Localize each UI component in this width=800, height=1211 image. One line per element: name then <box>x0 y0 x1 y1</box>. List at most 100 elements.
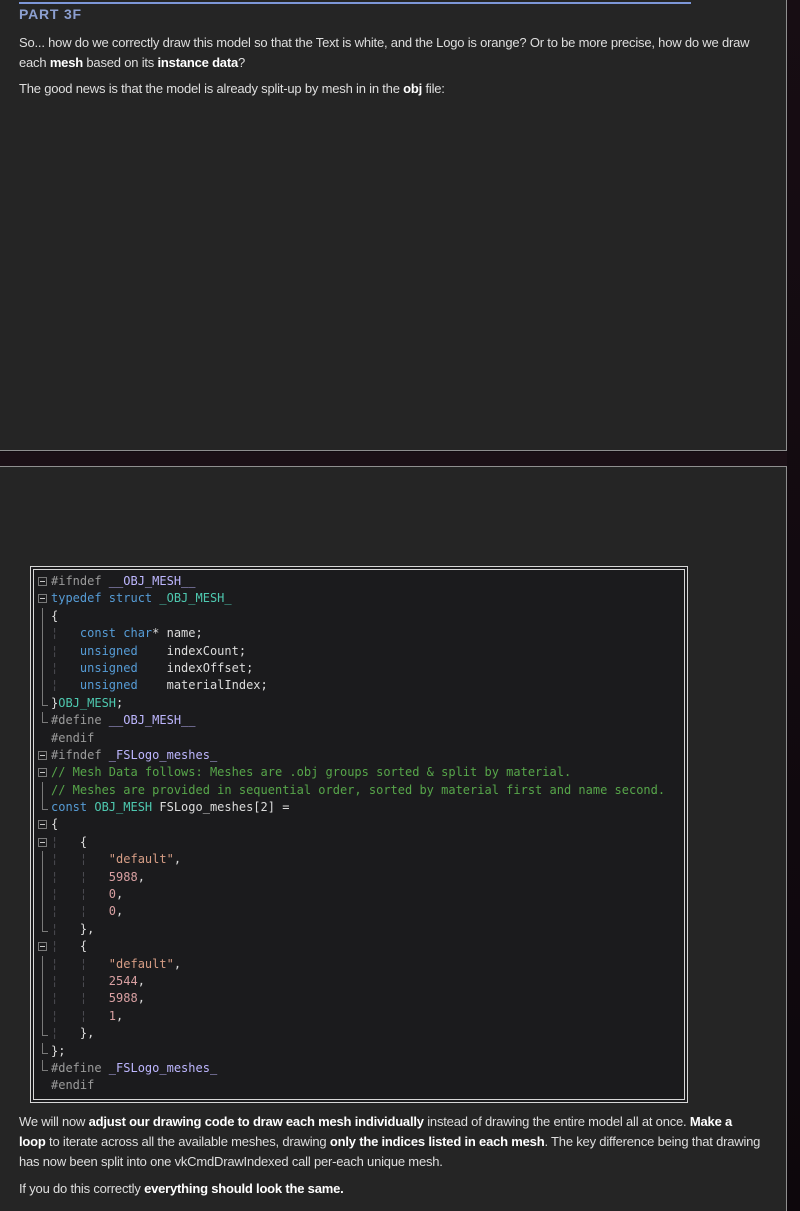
bold-text: mesh <box>49 55 83 70</box>
code-text: ¦ unsigned materialIndex; <box>51 678 268 693</box>
document-page-2: #ifndef __OBJ_MESH__typedef struct _OBJ_… <box>0 466 787 1211</box>
code-text: ¦ ¦ 0, <box>51 887 124 902</box>
code-line: #endif <box>36 730 684 747</box>
code-text: { <box>51 817 59 832</box>
code-text: #ifndef __OBJ_MESH__ <box>51 574 196 588</box>
code-text: ¦ }, <box>51 1026 95 1041</box>
code-content: #ifndef __OBJ_MESH__typedef struct _OBJ_… <box>36 573 684 1095</box>
fold-collapse-icon <box>36 834 51 851</box>
body-text: The good news is that the model is alrea… <box>19 81 404 96</box>
code-line: #define __OBJ_MESH__ <box>36 712 684 729</box>
fold-margin <box>36 1007 51 1026</box>
code-line: typedef struct _OBJ_MESH_ <box>36 590 684 607</box>
fold-margin <box>36 955 51 974</box>
section-heading: PART 3F <box>19 6 82 22</box>
fold-margin <box>36 1077 51 1094</box>
body-text: instead of drawing the entire model all … <box>423 1114 690 1129</box>
code-text: // Meshes are provided in sequential ord… <box>51 782 666 797</box>
bold-text: only the indices listed in each mesh <box>329 1134 545 1149</box>
fold-margin <box>36 642 51 661</box>
code-text: ¦ { <box>51 939 88 954</box>
code-text: ¦ unsigned indexCount; <box>51 643 247 658</box>
code-text: #ifndef _FSLogo_meshes_ <box>51 747 218 762</box>
body-text: ? <box>238 55 246 70</box>
code-text: ¦ { <box>51 834 88 849</box>
code-text: ¦ unsigned indexOffset; <box>51 660 254 675</box>
fold-margin <box>36 990 51 1009</box>
code-line: ¦ unsigned indexOffset; <box>36 659 684 678</box>
code-text: #define _FSLogo_meshes_ <box>51 1060 218 1075</box>
code-text: ¦ const char* name; <box>51 626 203 641</box>
fold-margin <box>36 625 51 643</box>
fold-margin <box>36 851 51 870</box>
code-line: #ifndef _FSLogo_meshes_ <box>36 747 684 764</box>
code-text: #define __OBJ_MESH__ <box>51 713 196 728</box>
code-text: ¦ ¦ "default", <box>51 956 182 971</box>
body-text: We will now <box>19 1114 89 1129</box>
code-text: #endif <box>51 730 95 745</box>
fold-margin <box>36 677 51 696</box>
code-text: ¦ ¦ 5988, <box>51 991 145 1006</box>
bold-text: adjust our drawing code to draw each mes… <box>88 1114 424 1129</box>
fold-collapse-icon <box>36 764 51 781</box>
embedded-image-dark-region <box>0 104 786 450</box>
code-line: ¦ ¦ "default", <box>36 851 684 870</box>
code-line: const OBJ_MESH FSLogo_meshes[2] = <box>36 799 684 816</box>
code-line: ¦ ¦ 1, <box>36 1007 684 1026</box>
code-text: ¦ ¦ "default", <box>51 852 182 867</box>
fold-margin <box>36 886 51 904</box>
code-text: ¦ }, <box>51 921 95 936</box>
code-line: // Mesh Data follows: Meshes are .obj gr… <box>36 764 684 781</box>
code-line: ¦ ¦ 0, <box>36 903 684 922</box>
code-text: ¦ ¦ 2544, <box>51 973 145 988</box>
code-line: { <box>36 607 684 626</box>
fold-margin <box>36 712 51 729</box>
body-text: file: <box>422 81 445 96</box>
fold-margin <box>36 781 51 800</box>
code-text: ¦ ¦ 0, <box>51 904 124 919</box>
code-line: #ifndef __OBJ_MESH__ <box>36 573 684 590</box>
code-line: }; <box>36 1042 684 1060</box>
fold-margin <box>36 607 51 626</box>
code-line: ¦ const char* name; <box>36 625 684 643</box>
code-line: }OBJ_MESH; <box>36 694 684 712</box>
bold-text: everything should look the same. <box>144 1181 344 1196</box>
code-line: ¦ }, <box>36 1025 684 1042</box>
section-divider-rule <box>19 2 691 4</box>
fold-margin <box>36 659 51 678</box>
fold-margin <box>36 920 51 938</box>
document-viewer: { "page": { "heading": "PART 3F", "parag… <box>0 0 800 1211</box>
fold-collapse-icon <box>36 590 51 607</box>
code-line: ¦ { <box>36 834 684 851</box>
fold-collapse-icon <box>36 938 51 955</box>
bold-text: obj <box>403 81 423 96</box>
fold-collapse-icon <box>36 816 51 833</box>
fold-margin <box>36 1059 51 1077</box>
fold-margin <box>36 730 51 747</box>
code-line: // Meshes are provided in sequential ord… <box>36 781 684 800</box>
fold-collapse-icon <box>36 747 51 764</box>
page-gap <box>0 452 787 466</box>
code-line: ¦ ¦ 5988, <box>36 868 684 887</box>
fold-margin <box>36 1025 51 1042</box>
code-line: ¦ unsigned indexCount; <box>36 642 684 661</box>
code-text: ¦ ¦ 5988, <box>51 869 145 884</box>
body-text: If you do this correctly <box>19 1181 145 1196</box>
code-text: const OBJ_MESH FSLogo_meshes[2] = <box>51 800 290 815</box>
paragraph-conclusion: If you do this correctly everything shou… <box>19 1179 761 1199</box>
paragraph-good-news: The good news is that the model is alrea… <box>19 79 761 99</box>
code-screenshot: #ifndef __OBJ_MESH__typedef struct _OBJ_… <box>30 566 688 1103</box>
code-line: ¦ }, <box>36 920 684 938</box>
fold-margin <box>36 694 51 712</box>
code-line: ¦ ¦ "default", <box>36 955 684 974</box>
body-text: based on its <box>82 55 158 70</box>
fold-margin <box>36 1042 51 1060</box>
fold-margin <box>36 903 51 922</box>
code-text: #endif <box>51 1078 95 1093</box>
code-line: ¦ unsigned materialIndex; <box>36 677 684 696</box>
bold-text: instance data <box>157 55 239 70</box>
fold-margin <box>36 868 51 887</box>
code-line: #define _FSLogo_meshes_ <box>36 1059 684 1077</box>
fold-margin <box>36 972 51 991</box>
code-text: }; <box>51 1043 66 1058</box>
